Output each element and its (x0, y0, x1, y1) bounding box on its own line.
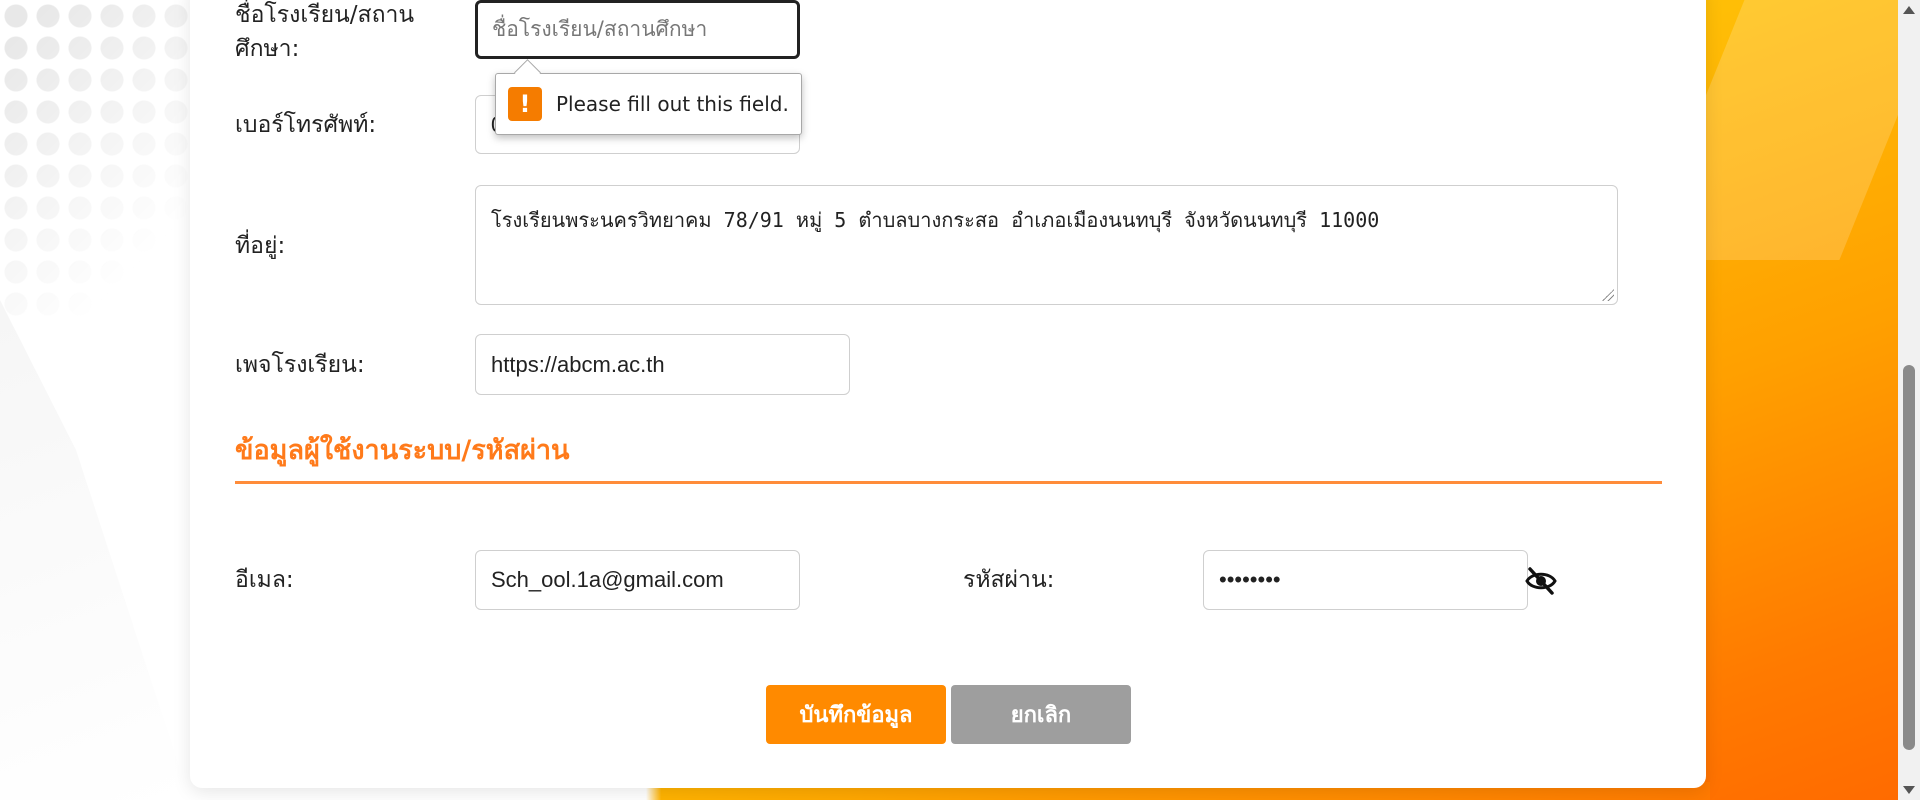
background-shape (0, 300, 190, 800)
email-input[interactable]: Sch_ool.1a@gmail.com (475, 550, 800, 610)
password-value: •••••••• (1219, 567, 1281, 592)
address-value: โรงเรียนพระนครวิทยาคม 78/91 หมู่ 5 ตำบลบ… (491, 208, 1380, 232)
scrollbar-thumb[interactable] (1903, 365, 1915, 750)
school-page-label: เพจโรงเรียน: (235, 352, 365, 378)
school-page-input[interactable]: https://abcm.ac.th (475, 334, 850, 395)
eye-slash-icon[interactable] (1524, 564, 1558, 598)
account-section-title: ข้อมูลผู้ใช้งานระบบ/รหัสผ่าน (235, 435, 570, 466)
cancel-button[interactable]: ยกเลิก (951, 685, 1131, 744)
email-value: Sch_ool.1a@gmail.com (491, 567, 724, 592)
password-label: รหัสผ่าน: (963, 567, 1055, 593)
email-label: อีเมล: (235, 567, 294, 593)
warning-icon: ! (508, 87, 542, 121)
password-input[interactable]: •••••••• (1203, 550, 1528, 610)
school-name-label: ชื่อโรงเรียน/สถานศึกษา: (235, 2, 415, 62)
resize-handle-icon[interactable] (1602, 289, 1614, 301)
validation-tooltip: ! Please fill out this field. (495, 73, 802, 135)
section-divider (235, 481, 1662, 484)
phone-label: เบอร์โทรศัพท์: (235, 112, 377, 138)
form-card (190, 0, 1706, 788)
validation-message: Please fill out this field. (556, 92, 789, 116)
scroll-down-arrow-icon[interactable] (1903, 786, 1915, 794)
address-label: ที่อยู่: (235, 233, 286, 259)
school-name-placeholder: ชื่อโรงเรียน/สถานศึกษา (492, 17, 708, 41)
address-textarea[interactable]: โรงเรียนพระนครวิทยาคม 78/91 หมู่ 5 ตำบลบ… (475, 185, 1618, 305)
vertical-scrollbar[interactable] (1898, 0, 1920, 800)
school-name-input[interactable]: ชื่อโรงเรียน/สถานศึกษา (475, 0, 800, 59)
scroll-up-arrow-icon[interactable] (1903, 6, 1915, 14)
background-dots-pattern (0, 0, 190, 320)
save-button[interactable]: บันทึกข้อมูล (766, 685, 946, 744)
school-page-value: https://abcm.ac.th (491, 351, 665, 377)
